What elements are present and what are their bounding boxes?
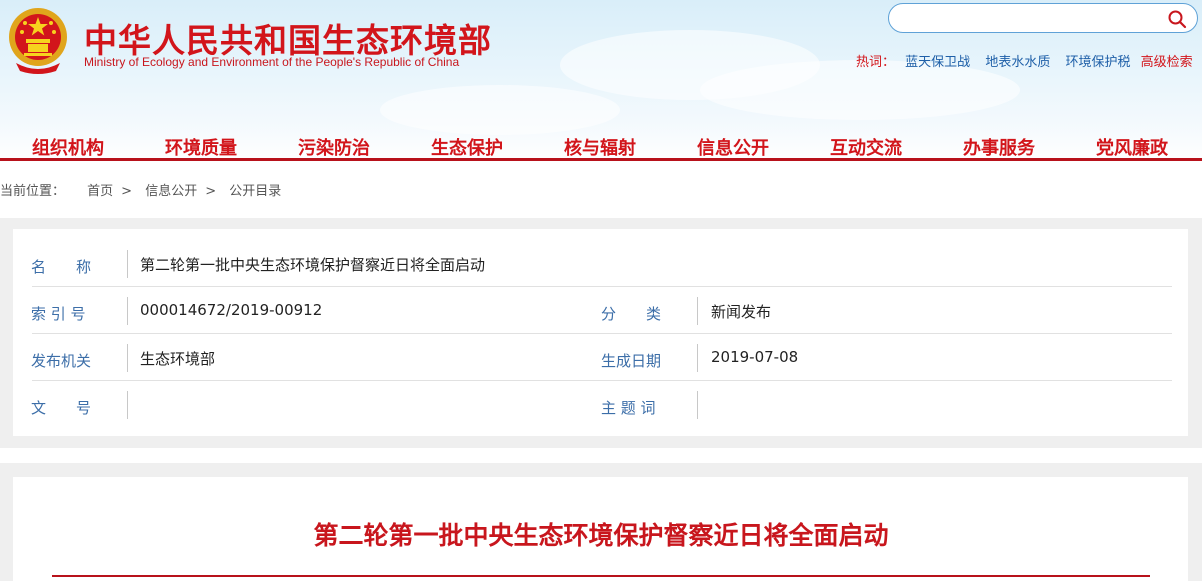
article-title: 第二轮第一批中央生态环境保护督察近日将全面启动 bbox=[313, 521, 889, 550]
document-number-label: 文 号 bbox=[31, 399, 92, 417]
breadcrumb-separator: > bbox=[121, 184, 133, 199]
nav-item-pollution-control[interactable]: 污染防治 bbox=[298, 134, 370, 160]
index-number-label: 索 引 号 bbox=[31, 305, 86, 323]
breadcrumb-info-disclosure[interactable]: 信息公开 bbox=[145, 184, 197, 199]
date-value: 2019-07-08 bbox=[711, 348, 799, 366]
hot-word-link[interactable]: 蓝天保卫战 bbox=[905, 55, 970, 70]
breadcrumb-separator: > bbox=[205, 184, 217, 199]
search-input[interactable] bbox=[903, 8, 1157, 30]
field-divider bbox=[127, 344, 128, 372]
nav-divider bbox=[0, 158, 1202, 161]
main-nav: 组织机构 环境质量 污染防治 生态保护 核与辐射 信息公开 互动交流 办事服务 … bbox=[0, 128, 1202, 162]
field-divider bbox=[697, 297, 698, 325]
search-icon[interactable] bbox=[1167, 9, 1187, 29]
row-divider bbox=[32, 380, 1172, 381]
hot-words-label: 热词： bbox=[856, 55, 896, 70]
advanced-search-link[interactable]: 高级检索 bbox=[1141, 55, 1193, 70]
nav-item-interaction[interactable]: 互动交流 bbox=[830, 134, 902, 160]
nav-item-information-disclosure[interactable]: 信息公开 bbox=[697, 134, 769, 160]
site-header: 中华人民共和国生态环境部 Ministry of Ecology and Env… bbox=[0, 0, 1202, 162]
breadcrumb-prefix: 当前位置： bbox=[0, 184, 66, 199]
hot-word-link[interactable]: 环境保护税 bbox=[1065, 55, 1130, 70]
date-label: 生成日期 bbox=[601, 352, 662, 370]
publisher-label: 发布机关 bbox=[31, 352, 92, 370]
article-title-divider bbox=[52, 575, 1150, 577]
field-divider bbox=[127, 250, 128, 278]
nav-item-organization[interactable]: 组织机构 bbox=[32, 134, 104, 160]
field-divider bbox=[697, 391, 698, 419]
national-emblem-icon[interactable] bbox=[6, 5, 70, 75]
row-divider bbox=[32, 286, 1172, 287]
category-value: 新闻发布 bbox=[711, 303, 772, 321]
category-label: 分 类 bbox=[601, 305, 662, 323]
breadcrumb: 当前位置： 首页 > 信息公开 > 公开目录 bbox=[0, 180, 285, 199]
nav-item-party-integrity[interactable]: 党风廉政 bbox=[1096, 134, 1168, 160]
search-box bbox=[888, 3, 1198, 33]
name-label: 名 称 bbox=[31, 258, 92, 276]
hot-words: 热词： 蓝天保卫战 地表水水质 环境保护税 高级检索 bbox=[856, 51, 1193, 70]
index-number-value: 000014672/2019-00912 bbox=[140, 301, 323, 319]
publisher-value: 生态环境部 bbox=[140, 350, 216, 368]
subject-words-label: 主 题 词 bbox=[601, 399, 656, 417]
nav-item-environment-quality[interactable]: 环境质量 bbox=[165, 134, 237, 160]
nav-item-nuclear-radiation[interactable]: 核与辐射 bbox=[564, 134, 636, 160]
field-divider bbox=[127, 391, 128, 419]
field-divider bbox=[127, 297, 128, 325]
name-value: 第二轮第一批中央生态环境保护督察近日将全面启动 bbox=[140, 256, 486, 274]
nav-item-ecological-protection[interactable]: 生态保护 bbox=[431, 134, 503, 160]
hot-word-link[interactable]: 地表水水质 bbox=[985, 55, 1050, 70]
nav-item-services[interactable]: 办事服务 bbox=[963, 134, 1035, 160]
breadcrumb-home[interactable]: 首页 bbox=[87, 184, 113, 199]
field-divider bbox=[697, 344, 698, 372]
breadcrumb-public-catalog[interactable]: 公开目录 bbox=[229, 184, 281, 199]
site-name-en[interactable]: Ministry of Ecology and Environment of t… bbox=[84, 55, 459, 69]
row-divider bbox=[32, 333, 1172, 334]
